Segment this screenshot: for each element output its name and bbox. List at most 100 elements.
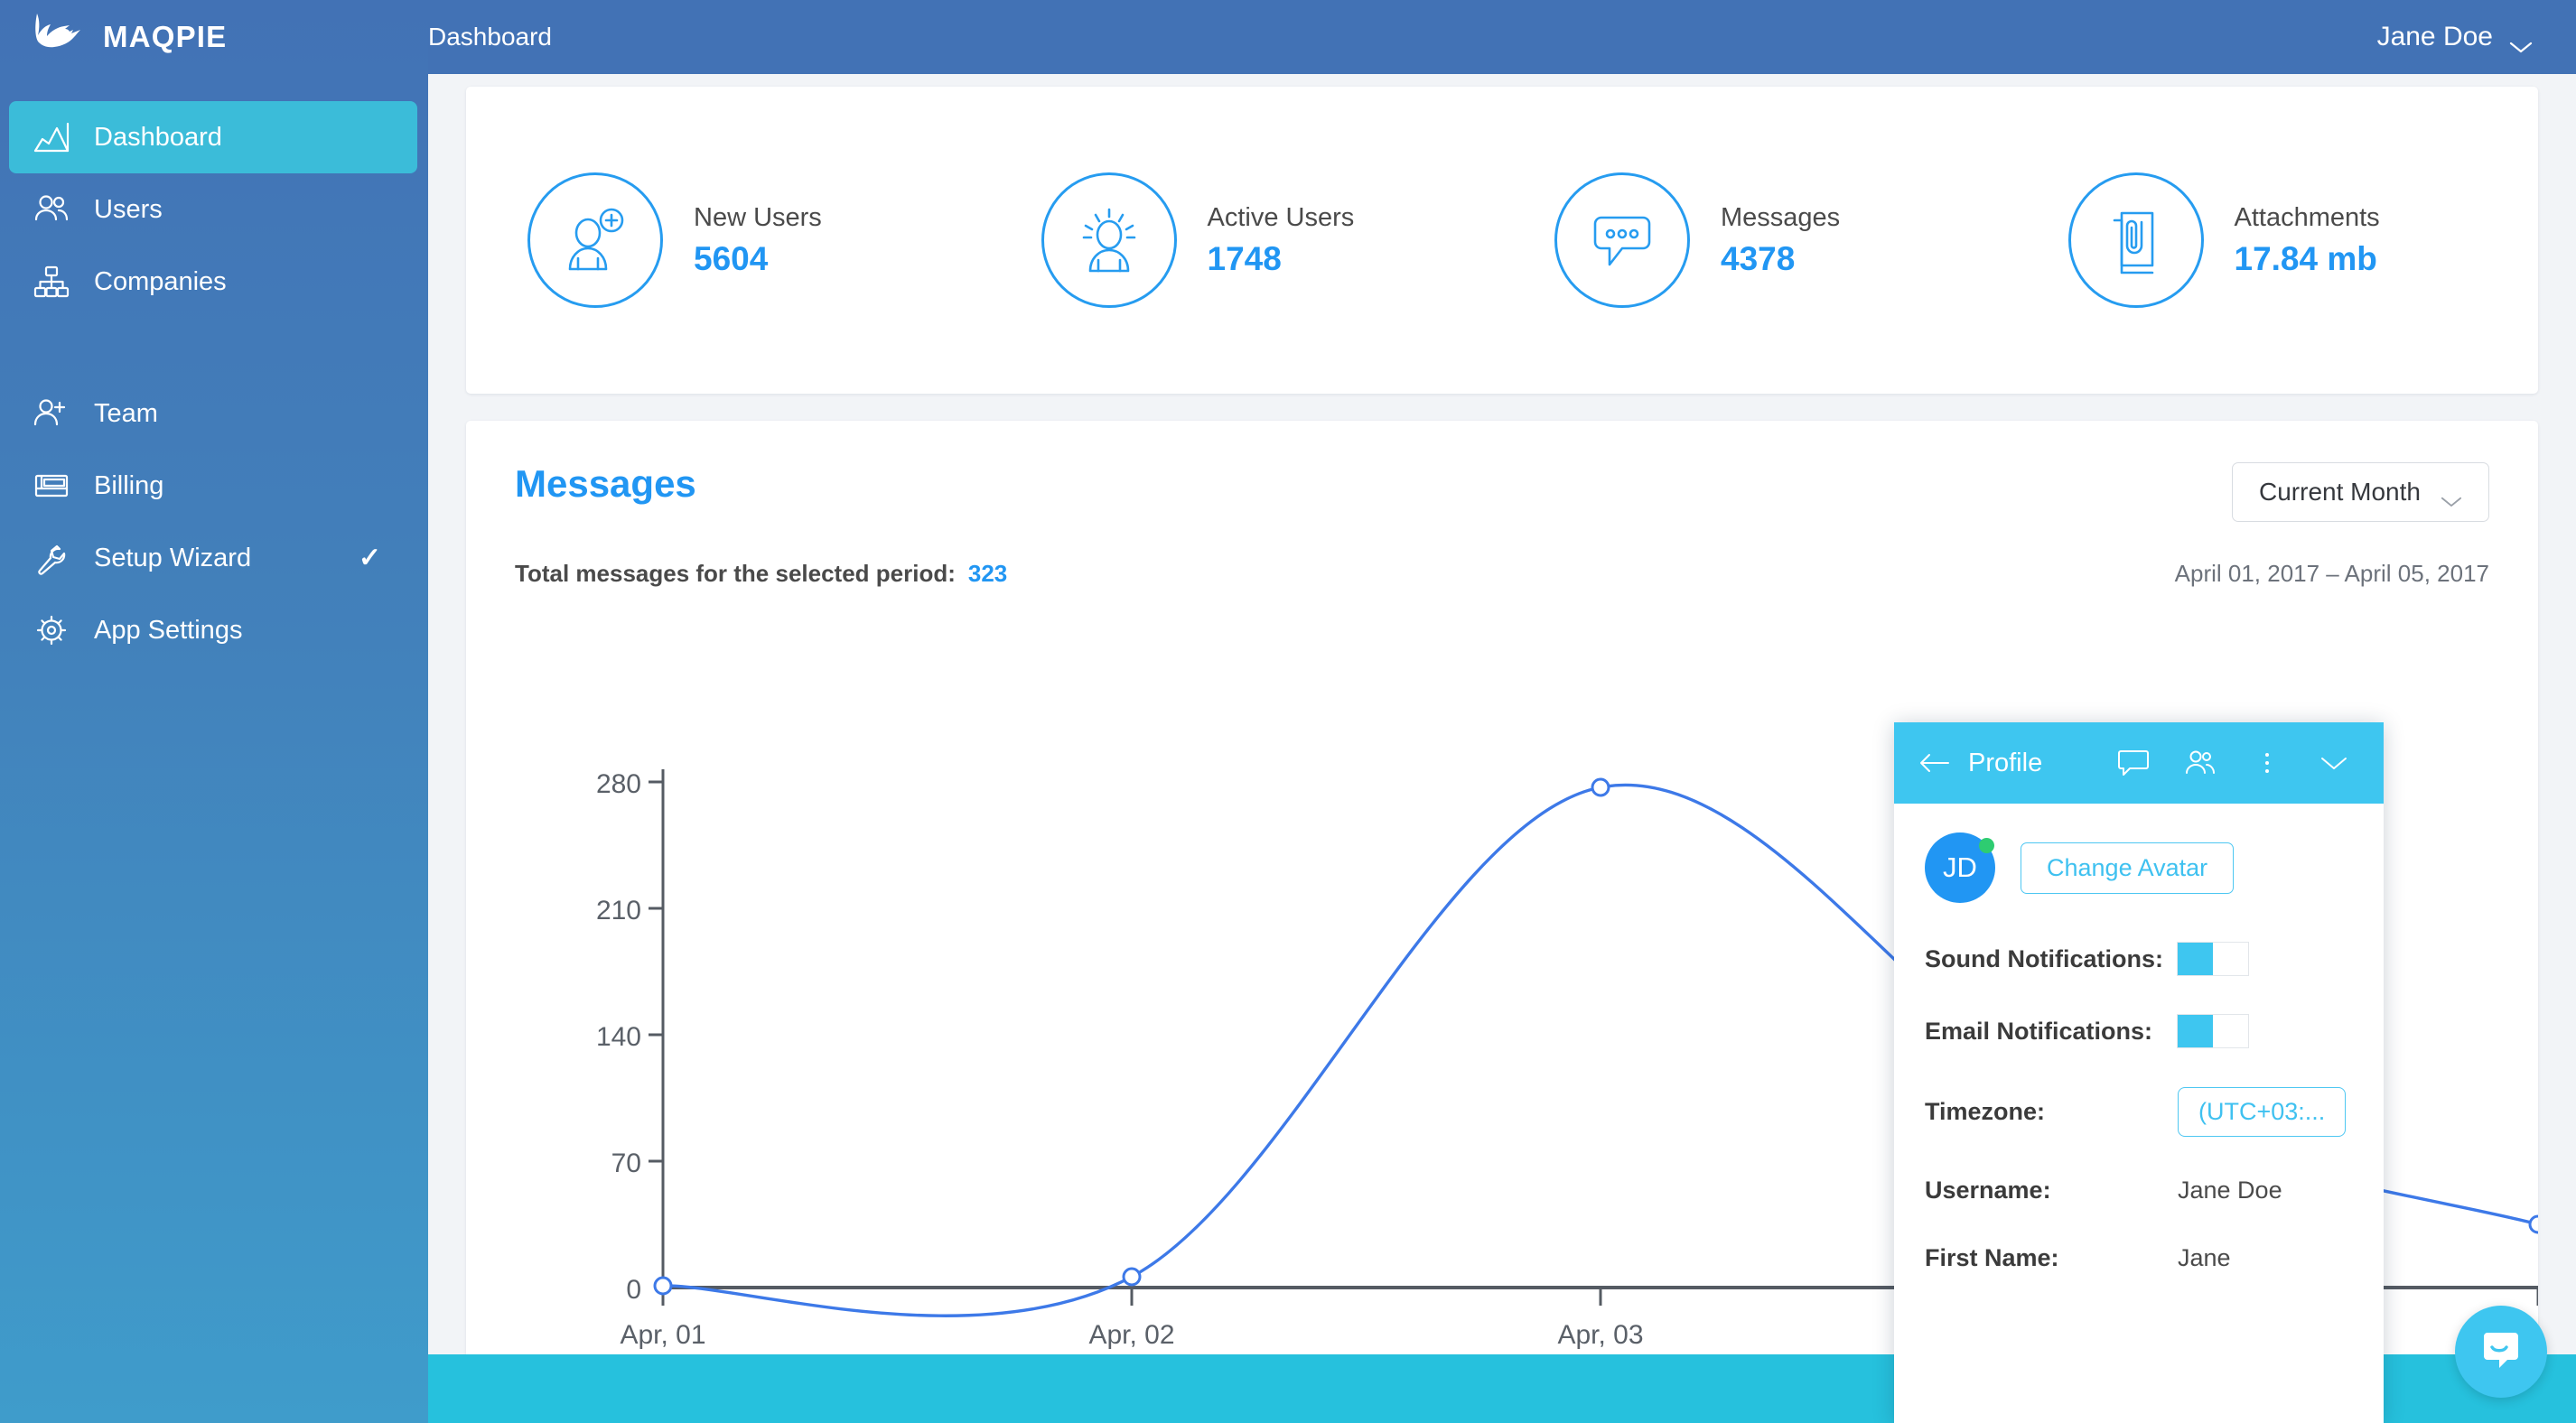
username-value: Jane Doe xyxy=(2178,1177,2282,1204)
svg-text:Apr, 03: Apr, 03 xyxy=(1557,1320,1643,1350)
users-icon xyxy=(31,189,72,230)
stat-messages: Messages 4378 xyxy=(1502,172,2016,308)
toggle-knob xyxy=(2213,943,2248,975)
sidebar-item-label: Team xyxy=(94,398,158,428)
arrow-left-icon[interactable] xyxy=(1919,752,1950,774)
svg-text:Apr, 02: Apr, 02 xyxy=(1088,1320,1174,1350)
first-name-row: First Name: Jane xyxy=(1925,1244,2353,1272)
stat-value: 1748 xyxy=(1207,239,1282,277)
timezone-select[interactable]: (UTC+03:... xyxy=(2178,1087,2347,1137)
chevron-down-icon xyxy=(2319,754,2348,772)
brand[interactable]: MAQPIE xyxy=(0,0,428,74)
paperclip-document-icon xyxy=(2067,172,2204,308)
stat-new-users: New Users 5604 xyxy=(475,172,989,308)
sidebar-item-setup-wizard[interactable]: Setup Wizard ✓ xyxy=(0,522,428,594)
username-row: Username: Jane Doe xyxy=(1925,1177,2353,1204)
sidebar-nav: Dashboard Users Companies Team Billing S… xyxy=(0,101,428,666)
chevron-down-icon xyxy=(2441,486,2462,507)
stat-attachments: Attachments 17.84 mb xyxy=(2016,172,2530,308)
period-select-label: Current Month xyxy=(2259,478,2421,506)
sidebar-item-label: Setup Wizard xyxy=(94,543,252,572)
total-messages-line: Total messages for the selected period: 3… xyxy=(515,560,1007,588)
user-plus-icon xyxy=(31,393,72,434)
app-root: MAQPIE Dashboard Users Companies Team Bi… xyxy=(0,0,2576,1423)
toggle-track-on xyxy=(2178,943,2213,975)
stat-label: Active Users xyxy=(1207,202,1355,232)
sidebar-item-label: App Settings xyxy=(94,615,243,645)
sidebar-item-team[interactable]: Team xyxy=(0,377,428,450)
people-tab-button[interactable] xyxy=(2176,739,2225,787)
total-messages-value: 323 xyxy=(967,560,1008,587)
profile-panel: Profile JD Change Avatar Sound Notificat… xyxy=(1894,722,2384,1423)
chart-subheader: Total messages for the selected period: 3… xyxy=(515,560,2489,588)
email-notifications-label: Email Notifications: xyxy=(1925,1017,2153,1045)
chart-area-icon xyxy=(31,116,72,158)
avatar-row: JD Change Avatar xyxy=(1925,832,2353,903)
user-active-icon xyxy=(1041,172,1177,308)
wrench-icon xyxy=(31,537,72,579)
sidebar-item-companies[interactable]: Companies xyxy=(0,246,428,318)
email-notifications-toggle[interactable] xyxy=(2178,1015,2248,1047)
timezone-row: Timezone: (UTC+03:... xyxy=(1925,1087,2353,1137)
stat-label: Attachments xyxy=(2234,202,2380,232)
svg-text:140: 140 xyxy=(596,1022,641,1052)
first-name-label: First Name: xyxy=(1925,1244,2059,1271)
svg-text:280: 280 xyxy=(596,769,641,799)
username-label: Username: xyxy=(1925,1177,2051,1204)
people-icon xyxy=(2184,749,2217,777)
user-menu-label: Jane Doe xyxy=(2376,22,2493,51)
sidebar-item-app-settings[interactable]: App Settings xyxy=(0,594,428,666)
toggle-knob xyxy=(2213,1015,2248,1047)
sidebar-item-users[interactable]: Users xyxy=(0,173,428,246)
date-range: April 01, 2017 – April 05, 2017 xyxy=(2174,560,2489,587)
svg-text:Apr, 01: Apr, 01 xyxy=(620,1320,705,1350)
avatar[interactable]: JD xyxy=(1925,832,1995,903)
breadcrumb[interactable]: Dashboard xyxy=(428,23,552,51)
sound-notifications-label: Sound Notifications: xyxy=(1925,944,2163,972)
user-add-icon xyxy=(527,172,663,308)
org-chart-icon xyxy=(31,261,72,302)
kebab-menu-icon xyxy=(2261,749,2273,777)
user-menu[interactable]: Jane Doe xyxy=(2377,22,2533,52)
toggle-track-on xyxy=(2178,1015,2213,1047)
first-name-value: Jane xyxy=(2178,1244,2231,1271)
profile-panel-header: Profile xyxy=(1894,722,2384,804)
topbar: Dashboard Jane Doe xyxy=(428,0,2576,74)
speech-bubble-icon xyxy=(2117,749,2150,777)
total-messages-label: Total messages for the selected period: xyxy=(515,560,956,587)
chat-smile-icon xyxy=(2477,1327,2525,1376)
more-options-button[interactable] xyxy=(2243,739,2291,787)
page-title: Messages xyxy=(515,462,696,505)
stat-active-users: Active Users 1748 xyxy=(989,172,1503,308)
sound-notifications-row: Sound Notifications: xyxy=(1925,943,2353,975)
email-notifications-row: Email Notifications: xyxy=(1925,1015,2353,1047)
chat-launcher-button[interactable] xyxy=(2455,1306,2547,1398)
nav-divider-gap xyxy=(0,318,428,377)
stat-value: 17.84 mb xyxy=(2234,239,2377,277)
stat-label: Messages xyxy=(1721,202,1841,232)
svg-text:0: 0 xyxy=(626,1275,641,1305)
sound-notifications-toggle[interactable] xyxy=(2178,943,2248,975)
credit-card-icon xyxy=(31,465,72,507)
chevron-down-icon xyxy=(2509,31,2533,52)
gear-icon xyxy=(31,609,72,651)
stat-value: 4378 xyxy=(1721,239,1796,277)
check-icon: ✓ xyxy=(358,543,381,573)
sidebar-item-billing[interactable]: Billing xyxy=(0,450,428,522)
chat-tab-button[interactable] xyxy=(2109,739,2158,787)
stat-label: New Users xyxy=(694,202,822,232)
change-avatar-button[interactable]: Change Avatar xyxy=(2021,842,2235,894)
brand-name: MAQPIE xyxy=(103,20,228,53)
stat-value: 5604 xyxy=(694,239,769,277)
profile-panel-title: Profile xyxy=(1968,748,2043,777)
collapse-panel-button[interactable] xyxy=(2310,739,2358,787)
timezone-label: Timezone: xyxy=(1925,1098,2046,1125)
sidebar: MAQPIE Dashboard Users Companies Team Bi… xyxy=(0,0,428,1423)
chart-header: Messages Current Month xyxy=(515,462,2489,522)
speech-bubble-icon xyxy=(1554,172,1690,308)
magpie-bird-logo-icon xyxy=(31,12,90,62)
sidebar-item-dashboard[interactable]: Dashboard xyxy=(9,101,417,173)
period-select[interactable]: Current Month xyxy=(2232,462,2489,522)
online-status-dot xyxy=(1979,838,1994,853)
sidebar-item-label: Dashboard xyxy=(94,122,222,152)
